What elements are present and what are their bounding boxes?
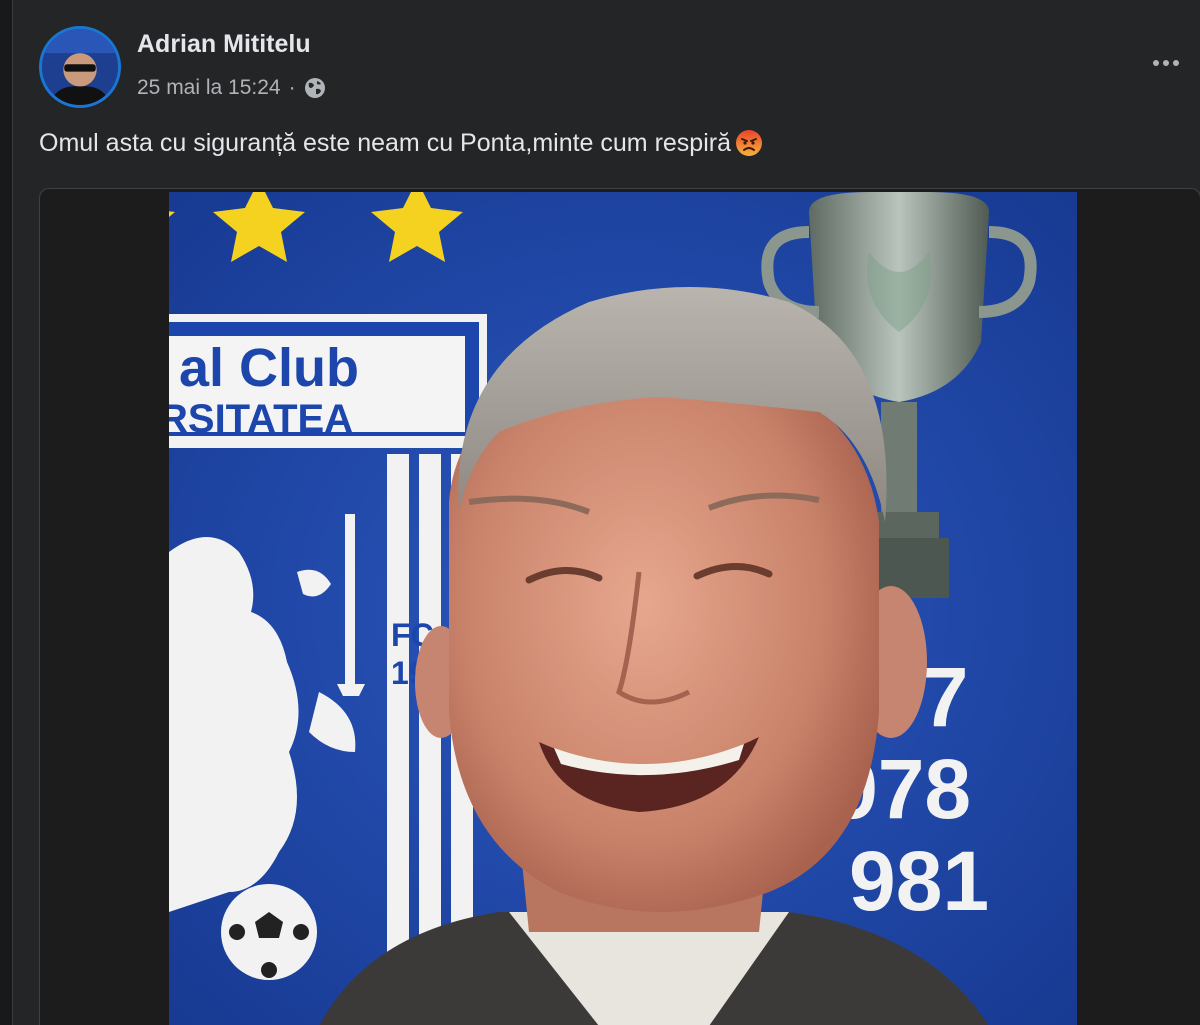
post-message: Omul asta cu siguranță este neam cu Pont… bbox=[39, 128, 731, 157]
author-name[interactable]: Adrian Mititelu bbox=[137, 30, 311, 59]
avatar-image bbox=[42, 29, 118, 105]
post-photo[interactable]: al Club RSITATEA FC 19 978 981 bbox=[169, 192, 1077, 1025]
post-text: Omul asta cu siguranță este neam cu Pont… bbox=[39, 128, 764, 158]
photo-image: al Club RSITATEA FC 19 978 981 bbox=[169, 192, 1077, 1025]
angry-face-emoji-icon bbox=[736, 130, 762, 156]
post-card: Adrian Mititelu 25 mai la 15:24 · Omul a… bbox=[12, 0, 1200, 1025]
dot-icon bbox=[1173, 60, 1179, 66]
more-options-button[interactable] bbox=[1144, 48, 1188, 78]
meta-separator: · bbox=[288, 76, 296, 99]
year-text: 981 bbox=[849, 834, 989, 928]
club-logo-line1: al Club bbox=[179, 338, 359, 398]
club-logo-line2: RSITATEA bbox=[169, 397, 353, 441]
globe-icon[interactable] bbox=[304, 77, 326, 99]
post-meta: 25 mai la 15:24 · bbox=[137, 76, 326, 100]
dot-icon bbox=[1163, 60, 1169, 66]
post-media[interactable]: al Club RSITATEA FC 19 978 981 bbox=[39, 188, 1200, 1025]
post-date[interactable]: 25 mai la 15:24 bbox=[137, 76, 281, 100]
dot-icon bbox=[1153, 60, 1159, 66]
author-avatar[interactable] bbox=[39, 26, 121, 108]
